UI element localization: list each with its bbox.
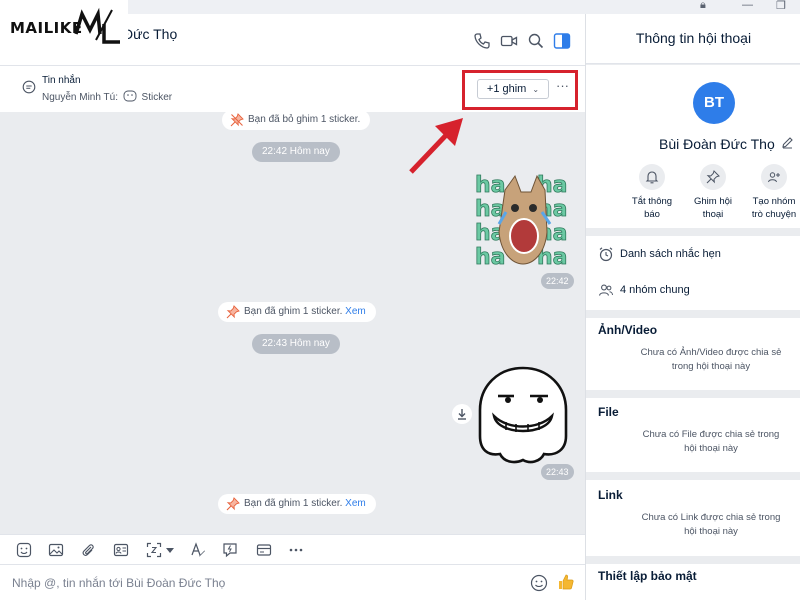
lock-icon[interactable]: 🔒︎ bbox=[700, 0, 706, 12]
files-section: File Chưa có File được chia sẻ trong hội … bbox=[586, 398, 800, 472]
group-icon bbox=[598, 284, 613, 296]
security-section: Thiết lập bảo mật bbox=[586, 564, 800, 600]
files-empty-state: Chưa có File được chia sẻ trong hội thoại… bbox=[642, 429, 780, 454]
action-label: Ghim hội thoại bbox=[693, 196, 732, 220]
system-note-pin: Bạn đã ghim 1 sticker. Xem bbox=[218, 494, 376, 514]
sticker-ha-text: ha bbox=[475, 173, 506, 198]
pin-icon bbox=[226, 305, 240, 319]
phone-icon[interactable] bbox=[473, 32, 491, 50]
note-text: Bạn đã ghim 1 sticker. bbox=[244, 306, 343, 317]
time-divider: 22:43 Hôm nay bbox=[252, 334, 340, 354]
sticker-icon[interactable] bbox=[16, 542, 32, 558]
pinned-title: Tin nhắn bbox=[42, 75, 81, 86]
image-icon[interactable] bbox=[48, 542, 64, 558]
bell-icon bbox=[639, 164, 665, 190]
system-note-unpin: Bạn đã bỏ ghim 1 sticker. bbox=[222, 110, 371, 130]
profile-section: BT Bùi Đoàn Đức Thọ Tắt thông báo Ghim hộ… bbox=[586, 65, 800, 228]
edit-icon[interactable] bbox=[781, 136, 794, 149]
media-section: Ảnh/Video Chưa có Ảnh/Video được chia sẻ… bbox=[586, 318, 800, 390]
time-text: 22:43 Hôm nay bbox=[262, 338, 330, 349]
action-label: Tắt thông báo bbox=[631, 196, 673, 220]
mute-notifications-action[interactable]: Tắt thông báo bbox=[622, 164, 682, 221]
links-section: Link Chưa có Link được chia sẻ trong hội … bbox=[586, 480, 800, 556]
conversation-info-panel: Thông tin hội thoại BT Bùi Đoàn Đức Thọ … bbox=[585, 14, 800, 600]
more-icon[interactable] bbox=[288, 542, 304, 558]
shortcuts-section: Danh sách nhắc hẹn 4 nhóm chung bbox=[586, 236, 800, 310]
composer bbox=[0, 564, 585, 600]
download-button[interactable] bbox=[452, 404, 472, 424]
note-text: Bạn đã bỏ ghim 1 sticker. bbox=[248, 114, 361, 125]
files-section-title[interactable]: File bbox=[598, 405, 619, 419]
pinned-content: Sticker bbox=[141, 92, 173, 103]
pin-conversation-action[interactable]: Ghim hội thoại bbox=[683, 164, 743, 221]
pinned-preview: Nguyễn Minh Tú: Sticker bbox=[42, 90, 172, 103]
links-section-title[interactable]: Link bbox=[598, 488, 623, 502]
attachment-icon[interactable] bbox=[80, 542, 96, 558]
profile-name: Bùi Đoàn Đức Thọ bbox=[659, 136, 775, 152]
thumbs-up-icon[interactable] bbox=[556, 572, 576, 592]
add-group-icon bbox=[761, 164, 787, 190]
message-time-text: 22:42 bbox=[546, 276, 569, 286]
chevron-down-icon[interactable] bbox=[164, 542, 176, 558]
screenshot-icon[interactable] bbox=[146, 542, 162, 558]
watermark-logo: MAILIKE bbox=[0, 0, 128, 50]
cat-sticker[interactable]: ha ha ha ha ha ha ha ha bbox=[475, 172, 571, 268]
video-call-icon[interactable] bbox=[500, 32, 518, 50]
annotation-arrow bbox=[409, 118, 463, 174]
common-groups-label: 4 nhóm chung bbox=[620, 283, 690, 296]
composer-toolbar bbox=[0, 534, 585, 564]
pin-icon bbox=[226, 497, 240, 511]
security-settings-title[interactable]: Thiết lập bảo mật bbox=[598, 569, 697, 583]
contact-name[interactable]: Đức Thọ bbox=[123, 26, 177, 42]
unpin-icon bbox=[230, 113, 244, 127]
message-time: 22:42 bbox=[541, 273, 574, 289]
profile-avatar[interactable]: BT bbox=[693, 82, 735, 124]
contact-card-icon[interactable] bbox=[113, 542, 129, 558]
time-text: 22:42 Hôm nay bbox=[262, 146, 330, 157]
panel-toggle-icon[interactable] bbox=[553, 32, 571, 50]
grin-face-sticker[interactable] bbox=[478, 366, 568, 464]
quick-message-icon[interactable] bbox=[222, 542, 238, 558]
media-section-title[interactable]: Ảnh/Video bbox=[598, 323, 657, 337]
links-empty-state: Chưa có Link được chia sẻ trong hội thoại… bbox=[641, 512, 781, 537]
message-input[interactable] bbox=[12, 573, 512, 593]
view-pinned-link[interactable]: Xem bbox=[345, 498, 366, 509]
time-divider: 22:42 Hôm nay bbox=[252, 142, 340, 162]
action-label: Tạo nhóm trò chuyện bbox=[751, 196, 797, 220]
system-note-pin: Bạn đã ghim 1 sticker. Xem bbox=[218, 302, 376, 322]
emoji-icon[interactable] bbox=[530, 574, 548, 592]
info-panel-title: Thông tin hội thoại bbox=[635, 30, 752, 46]
media-empty-state: Chưa có Ảnh/Video được chia sẻ trong hội … bbox=[640, 347, 782, 372]
sticker-ha-text: ha bbox=[475, 245, 506, 268]
pinned-sender: Nguyễn Minh Tú: bbox=[42, 92, 118, 103]
chat-bubble-icon bbox=[22, 80, 36, 94]
pin-icon bbox=[700, 164, 726, 190]
restore-icon[interactable]: ❐ bbox=[776, 0, 786, 12]
alarm-clock-icon bbox=[599, 247, 613, 262]
card-icon[interactable] bbox=[256, 542, 272, 558]
message-time-text: 22:43 bbox=[546, 467, 569, 477]
minimize-icon[interactable]: — bbox=[742, 0, 753, 11]
reminder-list-item[interactable]: Danh sách nhắc hẹn bbox=[598, 246, 721, 262]
common-groups-item[interactable]: 4 nhóm chung bbox=[598, 282, 690, 298]
logo-text: MAILIKE bbox=[10, 19, 83, 37]
view-pinned-link[interactable]: Xem bbox=[345, 306, 366, 317]
create-group-action[interactable]: Tạo nhóm trò chuyện bbox=[744, 164, 800, 221]
ml-logo-mark bbox=[74, 7, 120, 44]
annotation-highlight-box bbox=[462, 70, 578, 110]
search-icon[interactable] bbox=[527, 32, 545, 50]
conversation-area[interactable]: Bạn đã bỏ ghim 1 sticker. 22:42 Hôm nay … bbox=[0, 110, 585, 534]
note-text: Bạn đã ghim 1 sticker. bbox=[244, 498, 343, 509]
info-header: Thông tin hội thoại bbox=[586, 14, 800, 64]
sticker-icon bbox=[123, 90, 137, 102]
message-time: 22:43 bbox=[541, 464, 574, 480]
download-icon bbox=[458, 409, 466, 420]
text-format-icon[interactable] bbox=[190, 542, 206, 558]
reminder-list-label: Danh sách nhắc hẹn bbox=[620, 247, 721, 260]
